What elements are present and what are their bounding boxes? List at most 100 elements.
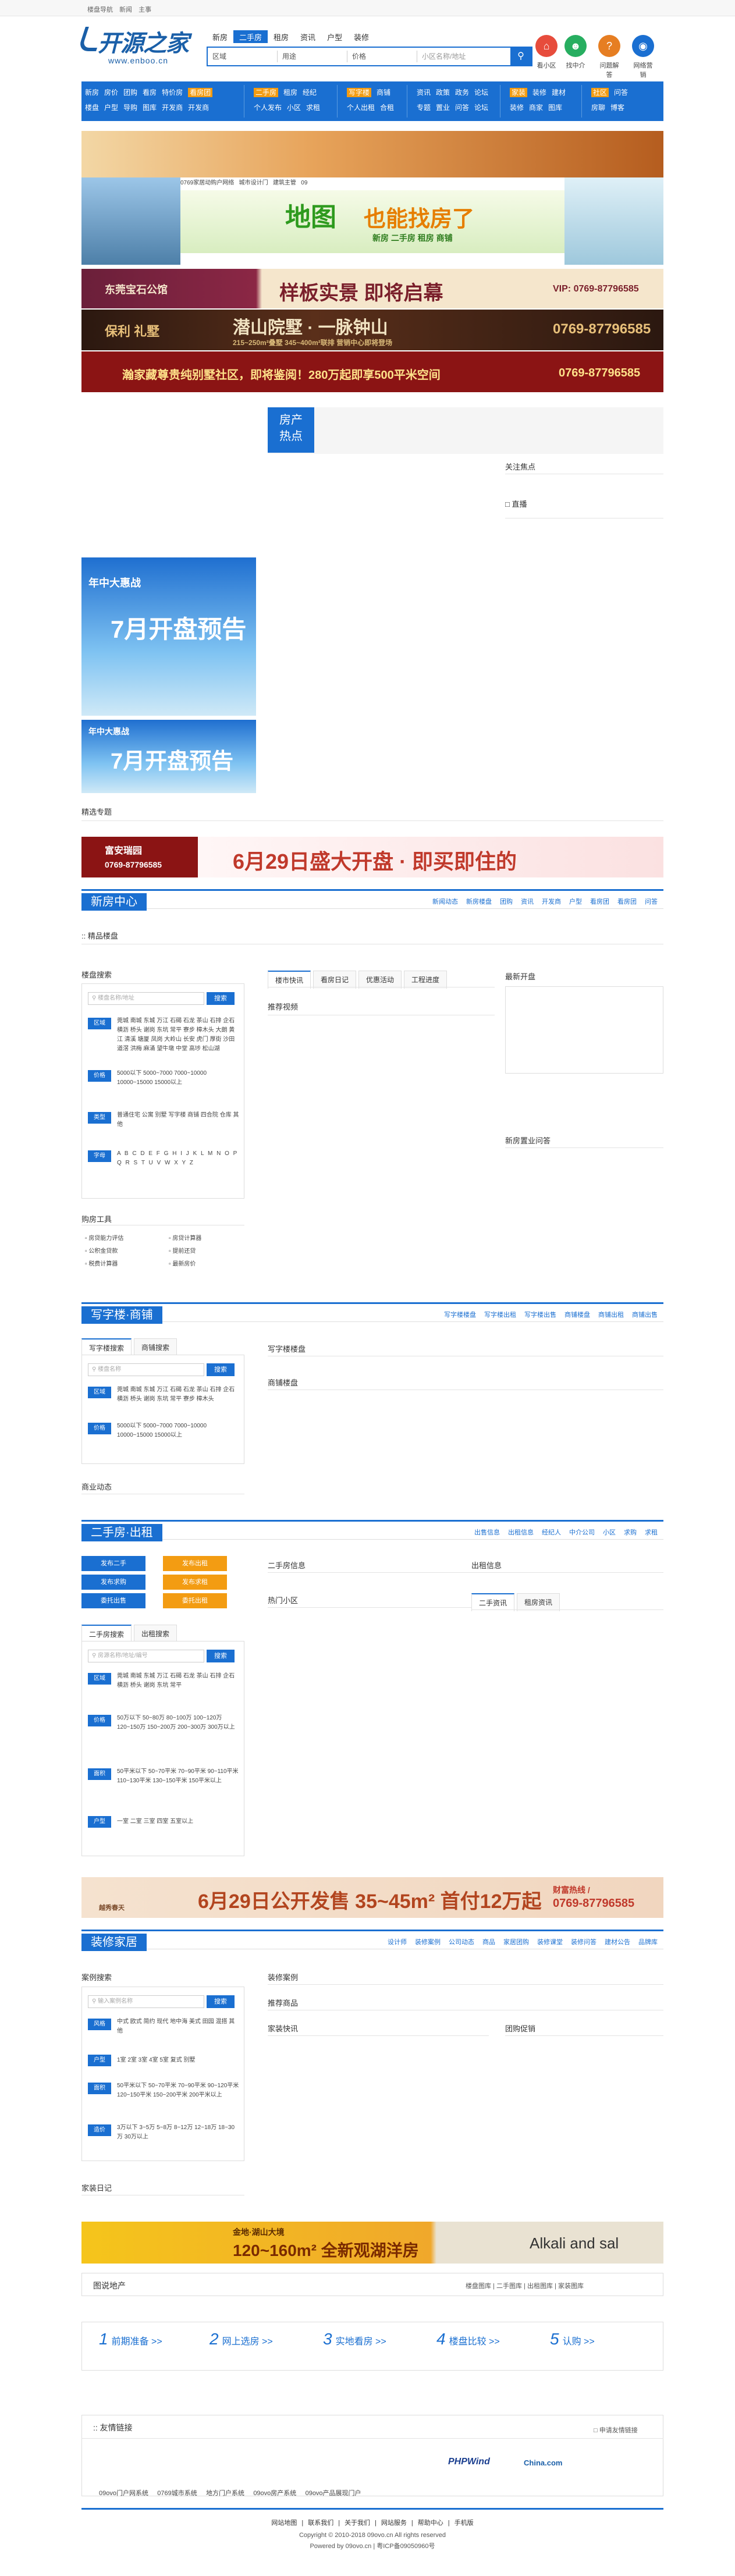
- quick-link-community[interactable]: ⌂ 看小区: [534, 35, 559, 70]
- tab-rent-search[interactable]: 出租搜索: [134, 1625, 177, 1643]
- search-input[interactable]: 小区名称/地址: [417, 51, 510, 62]
- style-options[interactable]: 中式 欧式 简约 现代 地中海 美式 田园 混搭 其他: [117, 2017, 239, 2036]
- nav-item[interactable]: 房聊: [591, 104, 605, 112]
- section-link[interactable]: 看房团: [617, 898, 637, 905]
- step-compare[interactable]: 4 楼盘比较 >>: [436, 2330, 500, 2348]
- tab-diary[interactable]: 看房日记: [313, 971, 357, 989]
- nav-item[interactable]: 装修: [510, 104, 524, 112]
- tab-office-search[interactable]: 写字楼搜索: [81, 1338, 132, 1356]
- case-search-button[interactable]: 搜索: [207, 1995, 235, 2008]
- nav-item[interactable]: 置业: [436, 104, 450, 112]
- nav-item[interactable]: 建材: [552, 88, 566, 97]
- nav-item[interactable]: 社区: [591, 88, 609, 97]
- friend-link[interactable]: 09ovo门户网系统: [99, 2490, 148, 2497]
- section-link[interactable]: 问答: [645, 898, 658, 905]
- section-link[interactable]: 看房团: [590, 898, 609, 905]
- quick-link-agent[interactable]: ☻ 找中介: [563, 35, 588, 70]
- section-link[interactable]: 资讯: [521, 898, 534, 905]
- footer-link[interactable]: 手机版: [455, 2520, 474, 2527]
- nav-item[interactable]: 小区: [287, 104, 301, 112]
- area-options[interactable]: 莞城 南城 东城 万江 石碣 石龙 茶山 石排 企石 横沥 桥头 谢岗 东坑 常…: [117, 1385, 239, 1404]
- second-search-input[interactable]: ⚲ 房源名称/地址/编号: [88, 1650, 204, 1662]
- entrust-rent-button[interactable]: 委托出租: [163, 1593, 227, 1608]
- strip-link[interactable]: 09: [301, 180, 307, 186]
- top-link[interactable]: 楼盘导航: [87, 6, 113, 13]
- post-rent-button[interactable]: 发布出租: [163, 1556, 227, 1571]
- promo-july-2[interactable]: 年中大惠战 7月开盘预告: [81, 720, 256, 793]
- size-options[interactable]: 50平米以下 50~70平米 70~90平米 90~110平米 110~130平…: [117, 1767, 239, 1786]
- nav-item[interactable]: 合租: [380, 104, 394, 112]
- building-search-button[interactable]: 搜索: [207, 992, 235, 1005]
- tab-rent[interactable]: 租房: [268, 30, 294, 43]
- section-link[interactable]: 新闻动态: [432, 898, 458, 905]
- section-link[interactable]: 新房楼盘: [466, 898, 492, 905]
- section-link[interactable]: 商品: [482, 1939, 495, 1946]
- footer-link[interactable]: 帮助中心: [418, 2520, 443, 2527]
- step-visit[interactable]: 3 实地看房 >>: [323, 2330, 386, 2348]
- tab-promo[interactable]: 优惠活动: [358, 971, 402, 989]
- nav-item[interactable]: 看房团: [188, 88, 213, 97]
- price-select[interactable]: 价格: [347, 51, 417, 62]
- quick-link-marketing[interactable]: ◉ 网络营销: [631, 35, 655, 79]
- banner-left-image[interactable]: [81, 177, 180, 265]
- tool-link[interactable]: ▫ 提前还贷: [169, 1245, 239, 1258]
- section-link[interactable]: 装修问答: [571, 1939, 596, 1946]
- nav-item[interactable]: 论坛: [474, 104, 488, 112]
- nav-item[interactable]: 新房: [85, 88, 99, 97]
- phpwind-logo[interactable]: PHPWind: [448, 2457, 490, 2467]
- section-link[interactable]: 写字楼出售: [524, 1312, 556, 1319]
- tab-news[interactable]: 资讯: [294, 30, 321, 43]
- tab-shop-search[interactable]: 商铺搜索: [134, 1338, 177, 1356]
- friend-link[interactable]: 09ovo产品展现门户: [306, 2490, 361, 2497]
- nav-item[interactable]: 写字楼: [347, 88, 372, 97]
- section-link[interactable]: 写字楼楼盘: [444, 1312, 476, 1319]
- tool-link[interactable]: ▫ 房贷计算器: [169, 1232, 239, 1245]
- top-link[interactable]: 新闻: [119, 6, 132, 13]
- banner-map[interactable]: 0769家居动购户网络 城市设计门 建筑主管 09 地图 也能找房了 新房 二手…: [180, 177, 564, 265]
- step-prepare[interactable]: 1 前期准备 >>: [99, 2330, 162, 2348]
- section-link[interactable]: 公司动态: [449, 1939, 474, 1946]
- area-options[interactable]: 莞城 南城 东城 万江 石碣 石龙 茶山 石排 企石 横沥 桥头 谢岗 东坑 常…: [117, 1672, 239, 1690]
- tab-second-news[interactable]: 二手资讯: [471, 1593, 515, 1611]
- banner-fuan[interactable]: 富安瑞园 0769-87796585 6月29日盛大开盘 · 即买即住的: [81, 837, 663, 877]
- step-subscribe[interactable]: 5 认购 >>: [550, 2330, 595, 2348]
- room-options[interactable]: 一室 二室 三室 四室 五室以上: [117, 1817, 239, 1827]
- album-link[interactable]: 出租图库: [527, 2283, 553, 2290]
- section-link[interactable]: 出租信息: [508, 1529, 534, 1536]
- promo-july-1[interactable]: 年中大惠战 7月开盘预告: [81, 557, 256, 716]
- tool-link[interactable]: ▫ 公积金贷款: [85, 1245, 155, 1258]
- nav-item[interactable]: 个人出租: [347, 104, 375, 112]
- section-link[interactable]: 户型: [569, 898, 582, 905]
- nav-item[interactable]: 博客: [610, 104, 624, 112]
- nav-item[interactable]: 资讯: [417, 88, 431, 97]
- size-options[interactable]: 50平米以下 50~70平米 70~90平米 90~120平米 120~150平…: [117, 2081, 239, 2100]
- nav-item[interactable]: 开发商: [188, 104, 209, 112]
- section-link[interactable]: 品牌库: [638, 1939, 658, 1946]
- banner-right-image[interactable]: [564, 177, 663, 265]
- banner-top[interactable]: [81, 131, 663, 177]
- section-link[interactable]: 建材公告: [605, 1939, 630, 1946]
- tab-progress[interactable]: 工程进度: [404, 971, 448, 989]
- nav-item[interactable]: 户型: [104, 104, 118, 112]
- banner-poly[interactable]: 保利 礼墅 潜山院墅 · 一脉钟山 215~250m²叠墅 345~400m²联…: [81, 310, 663, 350]
- nav-item[interactable]: 租房: [283, 88, 297, 97]
- step-online[interactable]: 2 网上选房 >>: [210, 2330, 273, 2348]
- banner-gem[interactable]: 东莞宝石公馆 样板实景 即将启幕 VIP: 0769-87796585: [81, 269, 663, 308]
- tool-link[interactable]: ▫ 税费计算器: [85, 1258, 155, 1271]
- post-buy-button[interactable]: 发布求购: [81, 1575, 145, 1590]
- footer-link[interactable]: 关于我们: [345, 2520, 370, 2527]
- section-link[interactable]: 中介公司: [569, 1529, 595, 1536]
- china-logo[interactable]: China.com: [524, 2458, 562, 2467]
- tab-market[interactable]: 楼市快讯: [268, 971, 311, 989]
- nav-item[interactable]: 导购: [123, 104, 137, 112]
- section-link[interactable]: 经纪人: [542, 1529, 561, 1536]
- album-link[interactable]: 家装图库: [558, 2283, 584, 2290]
- tool-link[interactable]: ▫ 房贷能力评估: [85, 1232, 155, 1245]
- nav-item[interactable]: 求租: [306, 104, 320, 112]
- area-select[interactable]: 区域: [208, 51, 278, 62]
- price-options[interactable]: 5000以下 5000~7000 7000~10000 10000~15000 …: [117, 1422, 239, 1440]
- friend-link[interactable]: 地方门户系统: [206, 2490, 244, 2497]
- section-link[interactable]: 商铺出租: [598, 1312, 624, 1319]
- album-link[interactable]: 楼盘图库: [466, 2283, 491, 2290]
- tab-layout[interactable]: 户型: [321, 30, 348, 43]
